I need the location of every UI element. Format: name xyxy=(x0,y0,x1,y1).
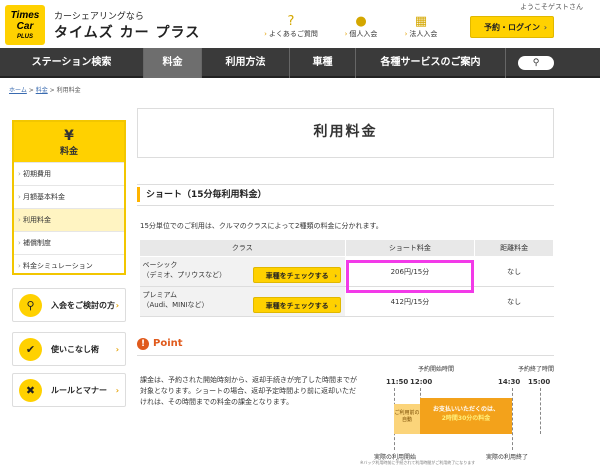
join-consider-button[interactable]: ⚲ 入会をご検討の方 xyxy=(12,288,126,323)
usage-tips-button[interactable]: ✔ 使いこなし術 xyxy=(12,332,126,367)
distance-fee-cell: なし xyxy=(474,286,554,317)
sidebar-item-insurance[interactable]: 補償制度 xyxy=(14,231,124,254)
sidebar-item-initial-cost[interactable]: 初期費用 xyxy=(14,162,124,185)
class-cell: 車種をチェックする プレミアム （Audi、MINIなど） xyxy=(139,286,346,317)
billed-line-1: お支払いいただくのは、 xyxy=(432,406,499,413)
header-distance-fee: 距離料金 xyxy=(474,239,554,257)
sidebar-item-usage-fee[interactable]: 利用料金 xyxy=(14,208,124,231)
point-title: Point xyxy=(153,338,183,349)
nav-station-search[interactable]: ステーション検索 xyxy=(0,48,144,78)
reserved-start-label: 予約開始時間 xyxy=(418,366,455,373)
reserved-end-label: 予約終了時間 xyxy=(518,366,555,373)
billed-line-2: 2時間30分の料金 xyxy=(441,415,491,422)
timeline-footnote: ※バック利用時前に手続されて利用時間がご利用終了になります xyxy=(360,460,476,465)
billed-period-bar: お支払いいただくのは、 2時間30分の料金 xyxy=(420,398,512,434)
early-use-bar: ご利用前の自動 xyxy=(394,404,420,434)
highlight-box xyxy=(346,260,474,293)
timeline-marker xyxy=(512,388,513,450)
nav-car-models[interactable]: 車種 xyxy=(290,48,356,78)
thumbs-up-icon: ✔ xyxy=(19,338,42,361)
breadcrumb-fees[interactable]: 料金 xyxy=(36,87,48,94)
timeline-marker xyxy=(540,388,541,434)
main-nav: ステーション検索 料金 利用方法 車種 各種サービスのご案内 ⚲ xyxy=(0,48,600,78)
breadcrumb: ホーム > 料金 > 利用料金 xyxy=(9,85,81,94)
header-short-fee: ショート料金 xyxy=(344,239,476,257)
check-car-basic-button[interactable]: 車種をチェックする xyxy=(253,267,342,284)
class-cell: 車種をチェックする ベーシック （デミオ、プリウスなど） xyxy=(139,256,346,287)
faq-link-label: よくあるご質問 xyxy=(264,30,318,38)
faq-link[interactable]: ? よくあるご質問 xyxy=(256,14,326,39)
nav-services[interactable]: 各種サービスのご案内 xyxy=(356,48,506,78)
times-car-plus-logo[interactable]: Times Car PLUS xyxy=(5,5,45,45)
time-label: 12:00 xyxy=(410,378,433,386)
corporate-join-label: 法人入会 xyxy=(405,30,438,38)
breadcrumb-current: 利用料金 xyxy=(56,87,81,94)
corporate-join-link[interactable]: ▦ 法人入会 xyxy=(386,14,456,39)
breadcrumb-separator: > xyxy=(28,87,34,94)
search-icon: ⚲ xyxy=(532,58,540,68)
nav-fees[interactable]: 料金 xyxy=(144,48,202,78)
page-title: 利用料金 xyxy=(137,108,554,158)
sidebar-menu: ¥ 料金 初期費用 月額基本料金 利用料金 補償制度 料金シミュレーション xyxy=(12,120,126,275)
personal-join-label: 個人入会 xyxy=(345,30,378,38)
sidebar-title: 料金 xyxy=(59,147,78,157)
join-consider-label: 入会をご検討の方 xyxy=(51,301,115,310)
actual-end-label: 実際の利用終了 xyxy=(486,454,529,461)
distance-fee-cell: なし xyxy=(474,256,554,287)
time-label: 11:50 xyxy=(386,378,409,386)
billing-timeline-diagram: 予約開始時間 予約終了時間 11:50 12:00 14:30 15:00 ご利… xyxy=(360,364,554,466)
logo-line-1: Times xyxy=(10,10,40,21)
search-button[interactable]: ⚲ xyxy=(518,56,554,70)
time-label: 15:00 xyxy=(528,378,551,386)
question-icon: ? xyxy=(287,14,295,29)
logo-line-2: Car xyxy=(16,21,34,32)
point-heading: ! Point xyxy=(137,338,554,356)
yen-bag-icon: ¥ xyxy=(64,128,74,144)
short-description: 15分単位でのご利用は、クルマのクラスによって2種類の料金に分かれます。 xyxy=(140,222,383,230)
time-label: 14:30 xyxy=(498,378,521,386)
cross-icon: ✖ xyxy=(19,379,42,402)
breadcrumb-home[interactable]: ホーム xyxy=(9,87,27,94)
sidebar-item-simulation[interactable]: 料金シミュレーション xyxy=(14,254,124,277)
sidebar-header: ¥ 料金 xyxy=(14,122,124,162)
exclamation-icon: ! xyxy=(137,338,149,350)
building-icon: ▦ xyxy=(414,14,428,29)
brand-name: タイムズ カー プラス xyxy=(54,25,201,41)
section-title-short: ショート（15分毎利用料金） xyxy=(137,184,554,206)
check-car-premium-button[interactable]: 車種をチェックする xyxy=(253,297,342,314)
logo-line-3: PLUS xyxy=(16,34,33,40)
breadcrumb-separator: > xyxy=(49,87,55,94)
point-text: 課金は、予約された開始時刻から、返却手続きが完了した時間までが対象となります。シ… xyxy=(140,376,357,406)
rules-manners-label: ルールとマナー xyxy=(51,386,107,395)
fee-table-header: クラス ショート料金 距離料金 xyxy=(139,239,554,257)
usage-tips-label: 使いこなし術 xyxy=(51,345,99,354)
nav-how-to-use[interactable]: 利用方法 xyxy=(202,48,290,78)
rules-manners-button[interactable]: ✖ ルールとマナー xyxy=(12,373,126,408)
sidebar-item-monthly-fee[interactable]: 月額基本料金 xyxy=(14,185,124,208)
key-icon: ⚲ xyxy=(19,294,42,317)
greeting-text: ようこそゲストさん xyxy=(520,3,583,11)
login-button[interactable]: 予約・ログイン xyxy=(470,16,554,39)
header-class: クラス xyxy=(139,239,346,257)
brand-tagline: カーシェアリングなら xyxy=(54,12,144,22)
site-header: Times Car PLUS カーシェアリングなら タイムズ カー プラス ? … xyxy=(0,0,600,48)
